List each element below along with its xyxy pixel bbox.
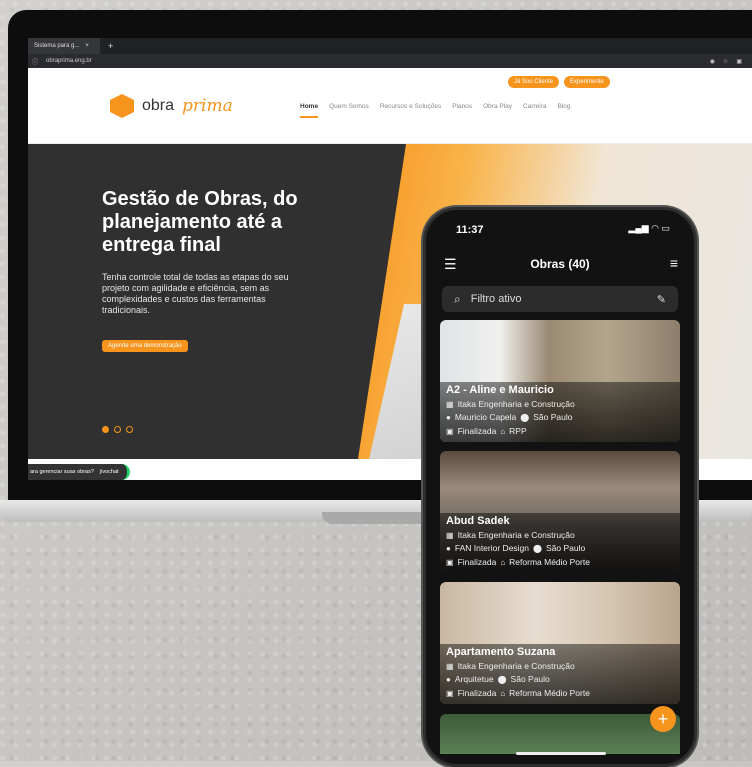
filter-icon[interactable]: ≡ bbox=[670, 255, 678, 271]
project-city: São Paulo bbox=[545, 543, 586, 553]
location-icon: ⬤ bbox=[533, 543, 542, 553]
project-type: Reforma Médio Porte bbox=[509, 688, 590, 698]
company-icon: ▦ bbox=[446, 399, 454, 409]
nav-carreira[interactable]: Carreira bbox=[523, 103, 546, 118]
company-icon: ▦ bbox=[446, 530, 454, 540]
app-bar: ☰ Obras (40) ≡ bbox=[426, 250, 694, 280]
chat-widget[interactable]: ara gerenciar suas obras? jivochat bbox=[28, 464, 130, 480]
project-company: Itaka Engenharia e Construção bbox=[457, 661, 575, 671]
sidebar-icon[interactable]: ▣ bbox=[736, 58, 742, 65]
project-status-row: ▣ Finalizada ⌂ Reforma Médio Porte bbox=[446, 557, 590, 567]
home-indicator bbox=[516, 752, 606, 755]
url-text[interactable]: obraprima.eng.br bbox=[46, 58, 92, 64]
project-person: Arquitetue bbox=[454, 674, 494, 684]
project-status: Finalizada bbox=[457, 557, 497, 567]
logo-cube-icon bbox=[110, 94, 134, 118]
person-icon: ● bbox=[446, 412, 451, 422]
nav-recursos[interactable]: Recursos e Soluções bbox=[380, 103, 441, 118]
project-person: Mauricio Capela bbox=[454, 412, 517, 422]
project-company-row: ▦ Itaka Engenharia e Construção bbox=[446, 661, 575, 671]
nav-planos[interactable]: Planos bbox=[452, 103, 472, 118]
location-icon: ⬤ bbox=[520, 412, 530, 422]
project-info: Apartamento Suzana ▦ Itaka Engenharia e C… bbox=[440, 644, 680, 704]
project-company: Itaka Engenharia e Construção bbox=[457, 530, 575, 540]
location-icon: ⬤ bbox=[497, 674, 507, 684]
project-info: A2 - Aline e Mauricio ▦ Itaka Engenharia … bbox=[440, 382, 680, 442]
new-tab-icon[interactable]: + bbox=[108, 41, 113, 51]
project-status-row: ▣ Finalizada ⌂ Reforma Médio Porte bbox=[446, 688, 590, 698]
carousel-dot-1[interactable] bbox=[102, 426, 109, 433]
address-bar[interactable]: ⓘ obraprima.eng.br ◉ ☆ ▣ bbox=[28, 54, 752, 68]
nav-quem-somos[interactable]: Quem Somos bbox=[329, 103, 369, 118]
project-company-row: ▦ Itaka Engenharia e Construção bbox=[446, 530, 575, 540]
browser-tab[interactable]: Sistema para g... × bbox=[28, 38, 100, 54]
chat-brand: jivochat bbox=[99, 469, 119, 475]
star-icon[interactable]: ☆ bbox=[723, 58, 728, 65]
project-person: FAN Interior Design bbox=[454, 543, 530, 553]
hero-title: Gestão de Obras, do planejamento até a e… bbox=[102, 188, 298, 256]
home-icon: ⌂ bbox=[500, 557, 506, 567]
demo-button[interactable]: Agende uma demonstração bbox=[102, 340, 188, 352]
logo-prima: prima bbox=[182, 96, 233, 116]
tab-title: Sistema para g... bbox=[34, 43, 80, 49]
tab-bar: Sistema para g... × + bbox=[28, 38, 752, 54]
search-input[interactable]: Filtro ativo bbox=[471, 293, 522, 305]
main-nav: Home Quem Somos Recursos e Soluções Plan… bbox=[300, 103, 571, 118]
project-card-partial[interactable] bbox=[440, 714, 680, 754]
status-icons: ▂▄▆ ◠ ▭ bbox=[628, 223, 670, 233]
chat-text: ara gerenciar suas obras? bbox=[30, 469, 94, 475]
person-icon: ● bbox=[446, 543, 451, 553]
app-title: Obras (40) bbox=[530, 257, 590, 271]
tab-close-icon[interactable]: × bbox=[85, 43, 89, 49]
project-status-row: ▣ Finalizada ⌂ RPP bbox=[446, 426, 527, 436]
add-project-button[interactable]: + bbox=[650, 706, 676, 732]
carousel-dot-2[interactable] bbox=[114, 426, 121, 433]
client-button[interactable]: Já Sou Cliente bbox=[508, 76, 560, 88]
project-person-row: ● Arquitetue ⬤ São Paulo bbox=[446, 674, 550, 684]
project-company: Itaka Engenharia e Construção bbox=[457, 399, 575, 409]
hero-text: Tenha controle total de todas as etapas … bbox=[102, 272, 289, 315]
search-bar[interactable]: ⌕ Filtro ativo ✎ bbox=[442, 286, 678, 312]
status-icon: ▣ bbox=[446, 688, 454, 698]
person-icon: ● bbox=[446, 674, 451, 684]
home-icon: ⌂ bbox=[500, 426, 506, 436]
status-icon: ▣ bbox=[446, 426, 454, 436]
project-info: Abud Sadek ▦ Itaka Engenharia e Construçã… bbox=[440, 513, 680, 573]
info-icon: ⓘ bbox=[32, 59, 39, 66]
carousel-dots bbox=[102, 426, 133, 433]
eye-icon[interactable]: ◉ bbox=[710, 58, 715, 65]
project-person-row: ● FAN Interior Design ⬤ São Paulo bbox=[446, 543, 585, 553]
edit-icon[interactable]: ✎ bbox=[657, 293, 666, 306]
status-time: 11:37 bbox=[456, 224, 484, 236]
project-status: Finalizada bbox=[457, 688, 497, 698]
logo[interactable]: obra prima bbox=[110, 94, 233, 118]
project-name: A2 - Aline e Mauricio bbox=[446, 384, 554, 396]
home-icon: ⌂ bbox=[500, 688, 506, 698]
project-company-row: ▦ Itaka Engenharia e Construção bbox=[446, 399, 575, 409]
project-city: São Paulo bbox=[533, 412, 573, 422]
project-card[interactable]: A2 - Aline e Mauricio ▦ Itaka Engenharia … bbox=[440, 320, 680, 442]
project-person-row: ● Mauricio Capela ⬤ São Paulo bbox=[446, 412, 572, 422]
trial-button[interactable]: Experimente bbox=[564, 76, 610, 88]
nav-obra-play[interactable]: Obra Play bbox=[483, 103, 512, 118]
phone: 11:37 ▂▄▆ ◠ ▭ ☰ Obras (40) ≡ ⌕ Filtro at… bbox=[423, 207, 697, 767]
project-card[interactable]: Apartamento Suzana ▦ Itaka Engenharia e C… bbox=[440, 582, 680, 704]
project-city: São Paulo bbox=[510, 674, 550, 684]
logo-obra: obra bbox=[142, 97, 175, 114]
project-name: Apartamento Suzana bbox=[446, 646, 556, 658]
nav-blog[interactable]: Blog bbox=[558, 103, 571, 118]
project-status: Finalizada bbox=[457, 426, 497, 436]
carousel-dot-3[interactable] bbox=[126, 426, 133, 433]
search-icon: ⌕ bbox=[454, 291, 461, 306]
site-header: Já Sou Cliente Experimente obra prima Ho… bbox=[28, 68, 752, 144]
project-card[interactable]: Abud Sadek ▦ Itaka Engenharia e Construçã… bbox=[440, 451, 680, 573]
status-bar: 11:37 ▂▄▆ ◠ ▭ bbox=[426, 210, 694, 240]
project-type: Reforma Médio Porte bbox=[509, 557, 590, 567]
company-icon: ▦ bbox=[446, 661, 454, 671]
status-icon: ▣ bbox=[446, 557, 454, 567]
project-type: RPP bbox=[509, 426, 527, 436]
project-name: Abud Sadek bbox=[446, 515, 510, 527]
nav-home[interactable]: Home bbox=[300, 103, 319, 118]
